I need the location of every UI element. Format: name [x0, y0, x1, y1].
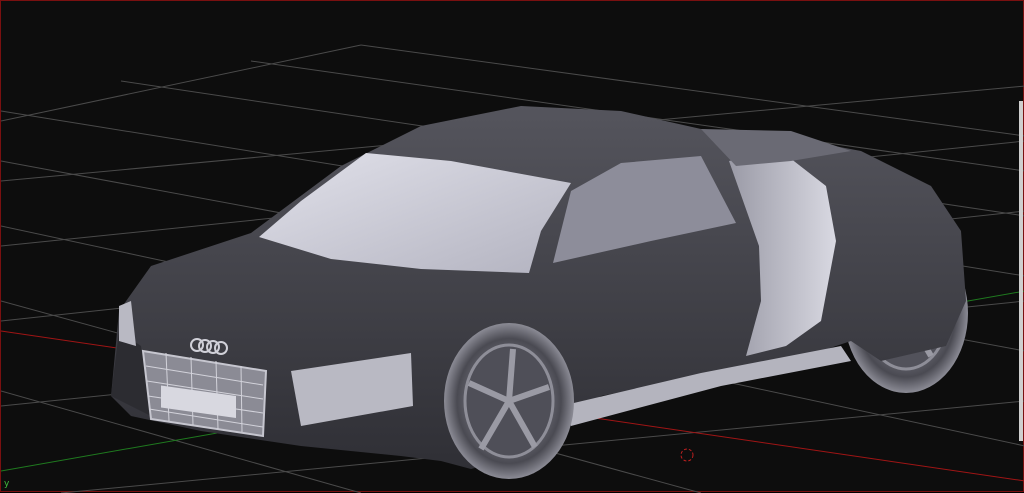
pivot-marker[interactable] [680, 448, 694, 462]
axis-label-y: y [4, 479, 10, 489]
viewport-canvas[interactable] [1, 1, 1024, 493]
right-panel-edge [1019, 101, 1023, 441]
car-model[interactable] [111, 106, 968, 479]
3d-viewport[interactable]: y [0, 0, 1024, 493]
